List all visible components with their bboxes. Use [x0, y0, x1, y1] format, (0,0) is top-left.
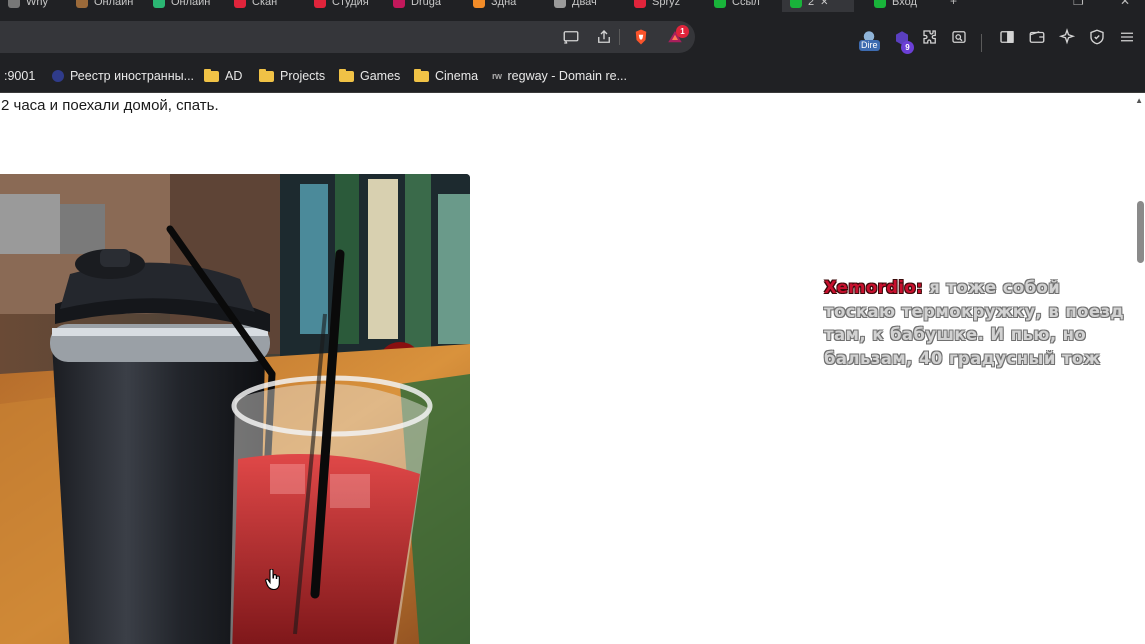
chat-message: Xemordio: я тоже собой тоскаю термокружк…: [824, 276, 1134, 370]
bookmark-item[interactable]: :9001: [4, 66, 35, 86]
bookmark-folder[interactable]: Projects: [259, 66, 325, 86]
browser-tab[interactable]: Двач: [546, 0, 605, 12]
tab-label: Ссыл: [732, 0, 760, 8]
page-scrollbar[interactable]: ▲: [1133, 93, 1145, 644]
tab-favicon-icon: [790, 0, 802, 8]
extensions-puzzle-icon[interactable]: [918, 25, 942, 49]
close-window-icon[interactable]: ✕: [1120, 0, 1130, 8]
tab-favicon-icon: [714, 0, 726, 8]
browser-tab[interactable]: Студия: [306, 0, 377, 12]
tab-favicon-icon: [76, 0, 88, 8]
tab-favicon-icon: [8, 0, 20, 8]
bookmark-label: AD: [225, 69, 243, 83]
tab-favicon-icon: [473, 0, 485, 8]
chat-username: Xemordio:: [824, 278, 924, 297]
wallet-icon[interactable]: [1025, 25, 1049, 49]
toolbar-divider: [619, 29, 620, 45]
browser-toolbar: 1 Dire 9: [0, 14, 1145, 60]
browser-tab-active[interactable]: 2 ✕: [782, 0, 854, 12]
globe-icon: [52, 70, 64, 82]
tab-favicon-icon: [554, 0, 566, 8]
reader-mode-icon[interactable]: [947, 25, 971, 49]
new-tab-icon[interactable]: +: [950, 0, 957, 8]
browser-tab[interactable]: Вход: [866, 0, 925, 12]
share-icon[interactable]: [592, 25, 616, 49]
bookmark-label: Projects: [280, 69, 326, 83]
extension-count-badge: 9: [901, 41, 914, 54]
bookmark-label: Реестр иностранны...: [70, 69, 195, 83]
tab-favicon-icon: [234, 0, 246, 8]
tab-favicon-icon: [874, 0, 886, 8]
tab-strip: Why Онлайн Онлайн Скан Студия Druga Здна…: [0, 0, 1145, 14]
tab-label: Spryz: [652, 0, 681, 8]
toolbar-divider: [981, 34, 982, 52]
tab-favicon-icon: [634, 0, 646, 8]
tab-label: Druga: [411, 0, 441, 8]
vpn-shield-icon[interactable]: [1085, 25, 1109, 49]
browser-tab[interactable]: Скан: [226, 0, 285, 12]
bookmark-folder[interactable]: Cinema: [414, 66, 478, 86]
tab-label: 2: [808, 0, 815, 8]
post-photo[interactable]: [0, 174, 470, 644]
bookmark-label: Games: [360, 69, 401, 83]
page-content: 2 часа и поехали домой, спать. ▲ Xemordi…: [0, 93, 1145, 644]
tab-favicon-icon: [393, 0, 405, 8]
tab-label: Why: [26, 0, 48, 8]
browser-tab[interactable]: Онлайн: [68, 0, 141, 12]
folder-icon: [414, 68, 429, 82]
tab-label: Онлайн: [94, 0, 134, 8]
tab-favicon-icon: [314, 0, 326, 8]
browser-tab[interactable]: Why: [0, 0, 56, 12]
extension-label: Dire: [859, 40, 880, 51]
cast-icon[interactable]: [559, 25, 583, 49]
bookmarks-bar: :9001 Реестр иностранны... AD Projects G…: [0, 60, 1145, 93]
sidebar-toggle-icon[interactable]: [995, 25, 1019, 49]
menu-hamburger-icon[interactable]: [1115, 25, 1139, 49]
hand-cursor-icon: [265, 569, 280, 591]
browser-tab[interactable]: Онлайн: [145, 0, 218, 12]
bookmark-item[interactable]: Реестр иностранны...: [52, 66, 194, 86]
address-bar[interactable]: 1: [0, 21, 695, 53]
scroll-up-icon[interactable]: ▲: [1135, 96, 1143, 105]
bookmark-folder[interactable]: AD: [204, 66, 242, 86]
browser-tab[interactable]: Spryz: [626, 0, 688, 12]
browser-tab[interactable]: Здна: [465, 0, 524, 12]
restore-window-icon[interactable]: ❐: [1073, 0, 1084, 8]
tab-close-icon[interactable]: ✕: [820, 0, 828, 8]
bookmark-item[interactable]: rw regway - Domain re...: [492, 66, 627, 86]
tab-label: Студия: [332, 0, 369, 8]
folder-icon: [339, 68, 354, 82]
folder-icon: [204, 68, 219, 82]
tab-favicon-icon: [153, 0, 165, 8]
notification-badge: 1: [676, 25, 689, 38]
scrollbar-thumb[interactable]: [1137, 201, 1144, 263]
leo-ai-icon[interactable]: [1055, 25, 1079, 49]
browser-tab[interactable]: Ссыл: [706, 0, 768, 12]
bookmark-label: Cinema: [435, 69, 479, 83]
folder-icon: [259, 68, 274, 82]
tab-label: Здна: [491, 0, 517, 8]
tab-label: Двач: [572, 0, 597, 8]
tab-label: Вход: [892, 0, 917, 8]
bookmark-label: regway - Domain re...: [507, 69, 627, 83]
tab-label: Онлайн: [171, 0, 211, 8]
bookmark-label: :9001: [4, 69, 36, 83]
browser-tab[interactable]: Druga: [385, 0, 449, 12]
photo-thermos-and-drink: [0, 174, 470, 644]
tab-label: Скан: [252, 0, 278, 8]
bookmark-folder[interactable]: Games: [339, 66, 400, 86]
brave-shield-icon[interactable]: [629, 25, 653, 49]
rw-icon: rw: [492, 71, 502, 81]
post-text-line: 2 часа и поехали домой, спать.: [1, 97, 219, 114]
